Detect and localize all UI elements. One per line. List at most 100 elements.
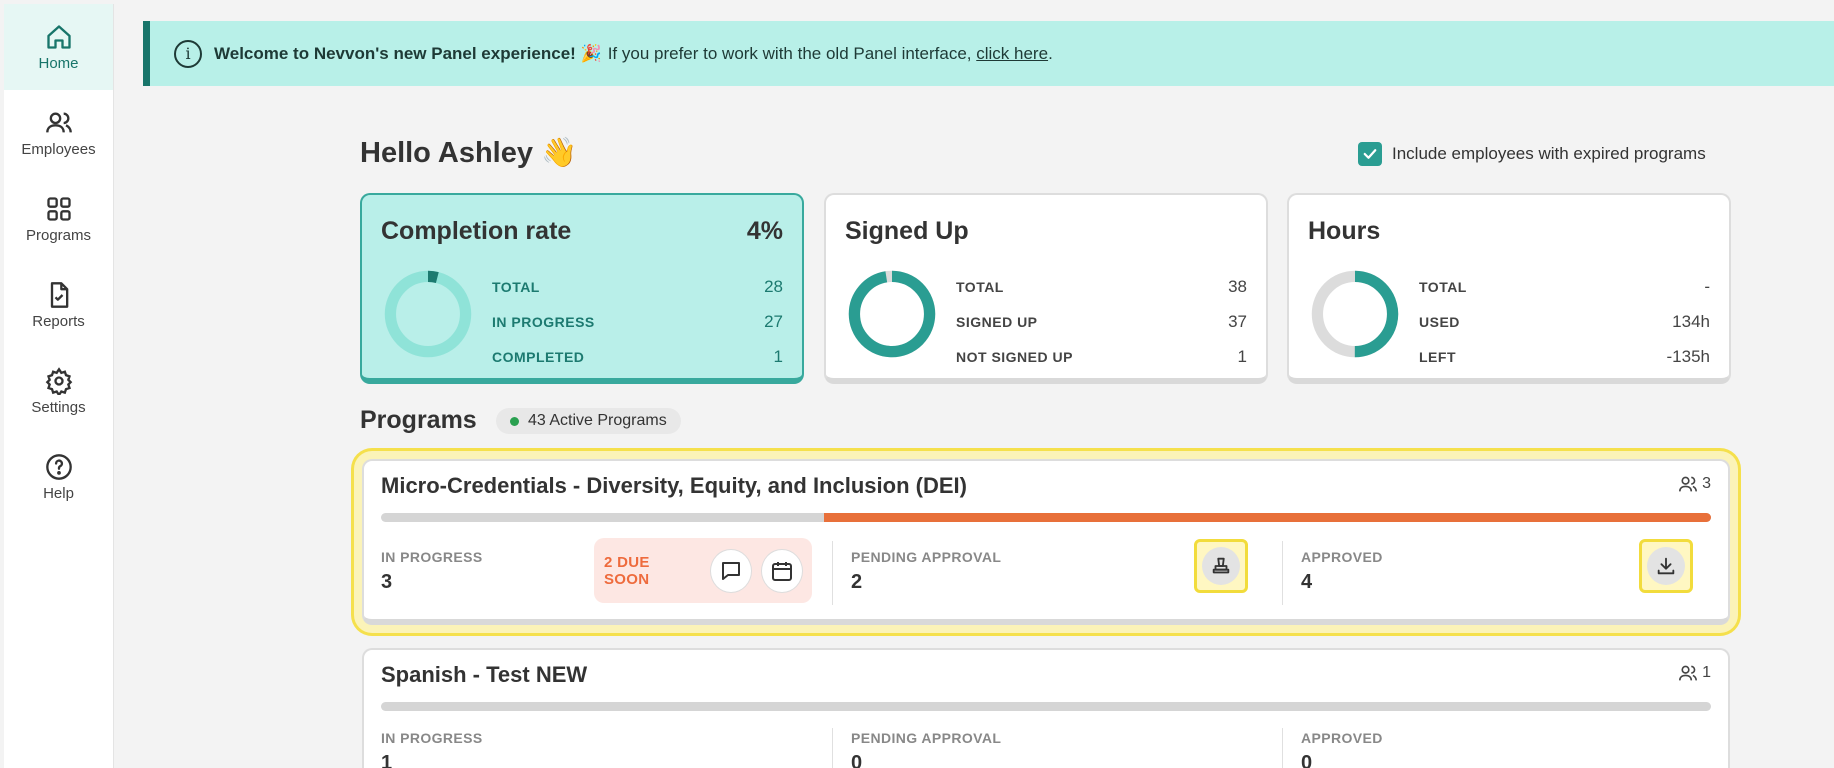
grid-icon	[46, 196, 71, 221]
sidebar-item-programs[interactable]: Programs	[4, 176, 113, 262]
stamp-icon	[1212, 557, 1230, 574]
banner-headline: Welcome to Nevvon's new Panel experience…	[214, 43, 602, 63]
column-label: IN PROGRESS	[381, 730, 483, 746]
column-label: APPROVED	[1301, 730, 1383, 746]
approve-button-circle	[1202, 547, 1240, 585]
users-icon	[1679, 476, 1698, 492]
pending-approval-value: 0	[851, 752, 863, 768]
stat-label: COMPLETED	[492, 348, 585, 365]
sidebar-item-label: Home	[38, 54, 79, 72]
users-icon	[45, 112, 72, 132]
stat-row: TOTAL 28	[492, 269, 783, 304]
pending-approval-value: 2	[851, 571, 863, 593]
approved-column: APPROVED 4	[1301, 549, 1383, 594]
stat-value: 38	[1228, 276, 1247, 296]
in-progress-column: IN PROGRESS 3	[381, 549, 483, 594]
sidebar-item-settings[interactable]: Settings	[4, 348, 113, 434]
column-divider	[832, 541, 833, 605]
calendar-button[interactable]	[761, 548, 803, 593]
signed-up-card: Signed Up TOTAL 38 SIGNED UP 37 NOT SIGNED…	[824, 193, 1268, 384]
card-title: Signed Up	[845, 217, 969, 245]
programs-heading: Programs	[360, 406, 477, 434]
donut-arc	[848, 270, 936, 358]
completion-percent: 4%	[746, 217, 783, 245]
sidebar-item-home[interactable]: Home	[4, 4, 113, 90]
program-title: Micro-Credentials - Diversity, Equity, a…	[381, 473, 967, 498]
program-card[interactable]: Micro-Credentials - Diversity, Equity, a…	[362, 459, 1730, 625]
sidebar-item-help[interactable]: Help	[4, 434, 113, 520]
approved-column: APPROVED 0	[1301, 730, 1383, 768]
stat-row: SIGNED UP 37	[956, 304, 1247, 339]
stat-label: TOTAL	[956, 278, 1004, 295]
program-card[interactable]: Spanish - Test NEW 1 IN PROGRESS 1 PENDI…	[362, 648, 1730, 768]
stat-value: -	[1704, 276, 1710, 296]
stat-row: NOT SIGNED UP 1	[956, 339, 1247, 374]
column-label: PENDING APPROVAL	[851, 549, 1002, 565]
stat-row: LEFT -135h	[1419, 339, 1710, 374]
program-title: Spanish - Test NEW	[381, 662, 588, 687]
program-progress-bar	[381, 513, 1711, 522]
pending-approval-column: PENDING APPROVAL 2	[851, 549, 1001, 594]
member-count-value: 1	[1702, 664, 1711, 681]
message-button[interactable]	[710, 548, 753, 593]
signed-up-donut	[848, 270, 936, 358]
home-icon	[46, 24, 71, 49]
column-label: PENDING APPROVAL	[851, 730, 1002, 746]
stat-value: 27	[764, 311, 783, 331]
gear-icon	[45, 366, 72, 395]
include-expired-checkbox[interactable]	[1358, 142, 1382, 166]
download-button[interactable]	[1639, 539, 1693, 593]
in-progress-value: 3	[381, 571, 393, 593]
completion-rate-card: Completion rate 4% TOTAL 28 IN PROGRESS 27…	[360, 193, 804, 384]
stat-value: 28	[764, 276, 783, 296]
banner-text: If you prefer to work with the old Panel…	[607, 43, 972, 63]
column-divider	[1282, 728, 1283, 768]
old-panel-link[interactable]: click here	[976, 44, 1048, 64]
stat-row: COMPLETED 1	[492, 339, 783, 374]
stat-row: USED 134h	[1419, 304, 1710, 339]
column-label: APPROVED	[1301, 549, 1383, 565]
check-icon	[1363, 149, 1377, 159]
stat-value: 1	[773, 346, 783, 366]
sidebar-item-label: Reports	[32, 312, 85, 330]
stat-value: 37	[1228, 311, 1247, 331]
pending-approval-column: PENDING APPROVAL 0	[851, 730, 1001, 768]
stat-label: USED	[1419, 313, 1460, 330]
stat-value: 134h	[1672, 311, 1710, 331]
column-label: IN PROGRESS	[381, 549, 483, 565]
stat-label: LEFT	[1419, 348, 1456, 365]
page-title: Hello Ashley 👋	[360, 137, 578, 169]
due-soon-label[interactable]: 2 DUE SOON	[604, 554, 694, 588]
stat-label: SIGNED UP	[956, 313, 1038, 330]
info-icon: i	[174, 39, 202, 68]
sidebar-item-label: Employees	[21, 140, 96, 158]
sidebar-item-label: Settings	[31, 398, 86, 416]
download-icon	[1657, 557, 1675, 575]
include-expired-toggle[interactable]: Include employees with expired programs	[1358, 142, 1706, 166]
sidebar-item-employees[interactable]: Employees	[4, 90, 113, 176]
stat-label: TOTAL	[1419, 278, 1467, 295]
help-icon	[45, 453, 72, 480]
banner-suffix: .	[1048, 43, 1053, 63]
include-expired-label: Include employees with expired programs	[1392, 144, 1706, 163]
sidebar-item-label: Help	[43, 484, 74, 502]
column-divider	[832, 728, 833, 768]
users-icon	[1679, 665, 1698, 681]
donut-track	[384, 270, 472, 358]
approve-stamp-button[interactable]	[1194, 539, 1248, 593]
calendar-icon	[772, 561, 793, 581]
download-button-circle	[1647, 547, 1685, 585]
approved-value: 0	[1301, 752, 1313, 768]
card-title: Hours	[1308, 217, 1381, 245]
stat-row: TOTAL -	[1419, 269, 1710, 304]
active-programs-label: 43 Active Programs	[528, 412, 667, 429]
member-count-value: 3	[1702, 475, 1711, 492]
sidebar-item-reports[interactable]: Reports	[4, 262, 113, 348]
stat-row: IN PROGRESS 27	[492, 304, 783, 339]
sidebar-item-label: Programs	[25, 226, 92, 244]
due-soon-box: 2 DUE SOON	[594, 538, 812, 603]
completion-donut	[384, 270, 472, 358]
program-progress-bar	[381, 702, 1711, 711]
stat-value: -135h	[1666, 346, 1710, 366]
active-programs-badge: 43 Active Programs	[496, 408, 681, 434]
